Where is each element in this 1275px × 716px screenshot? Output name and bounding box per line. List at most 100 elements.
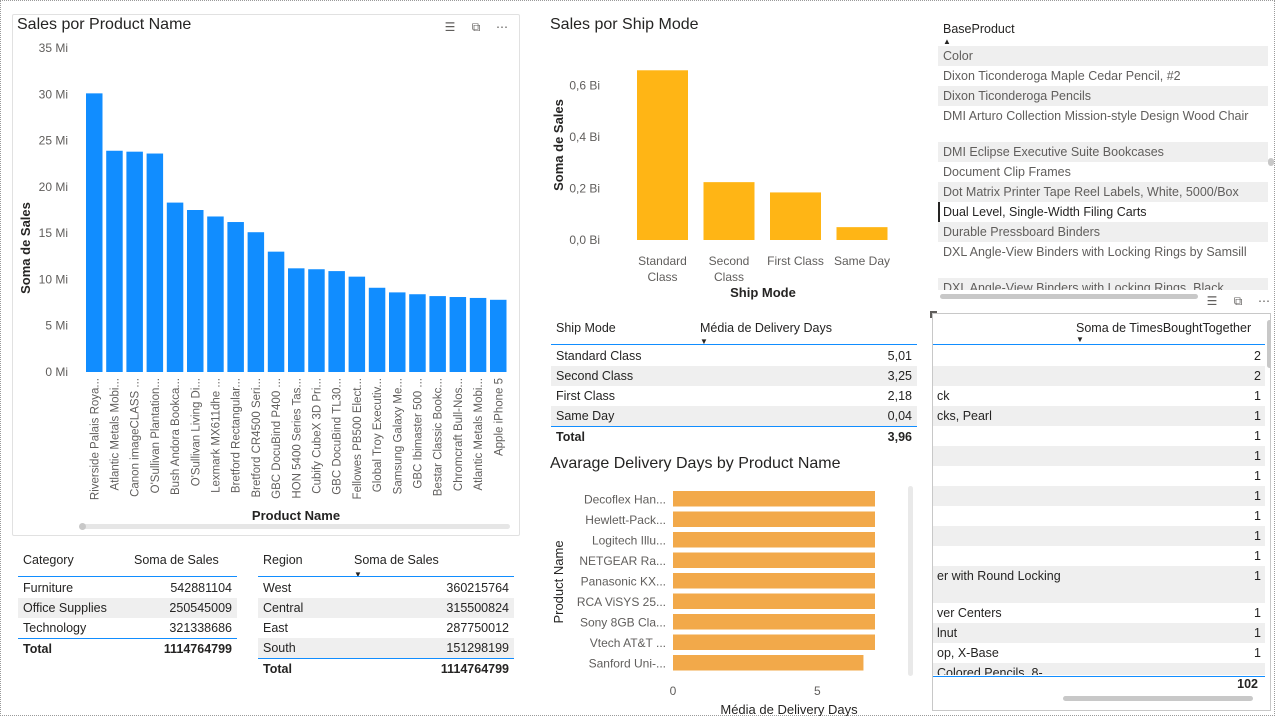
bar[interactable] <box>673 614 875 630</box>
bar[interactable] <box>673 593 875 610</box>
list-item[interactable]: DMI Eclipse Executive Suite Bookcases <box>938 142 1268 162</box>
bar[interactable] <box>146 153 164 372</box>
bar[interactable] <box>429 296 446 372</box>
column-header[interactable]: Region <box>263 550 303 570</box>
bars[interactable] <box>637 70 888 241</box>
list-item[interactable]: DXL Angle-View Binders with Locking Ring… <box>938 278 1268 290</box>
focus-mode-icon[interactable]: ⧉ <box>469 20 483 35</box>
base-product-list[interactable]: BaseProduct ▲ Color Dixon Ticonderoga Ma… <box>938 18 1268 298</box>
bar[interactable] <box>673 634 875 651</box>
bar[interactable] <box>449 297 467 372</box>
bar[interactable] <box>673 491 875 507</box>
y-axis-title: Soma de Sales <box>18 202 33 294</box>
bars[interactable] <box>673 491 875 671</box>
bar[interactable] <box>673 655 864 671</box>
header-divider <box>258 576 514 577</box>
list-item[interactable]: Document Clip Frames <box>938 162 1268 182</box>
list-item[interactable]: DXL Angle-View Binders with Locking Ring… <box>938 242 1268 262</box>
horizontal-scrollbar[interactable] <box>1063 696 1253 701</box>
focus-mode-icon[interactable]: ⧉ <box>1231 294 1245 309</box>
column-header[interactable]: Ship Mode <box>556 318 616 338</box>
cell: 360215764 <box>446 581 509 595</box>
bar[interactable] <box>368 287 386 372</box>
bar[interactable] <box>703 182 755 240</box>
list-item[interactable]: Color <box>938 46 1268 66</box>
bar[interactable] <box>308 269 325 372</box>
bar[interactable] <box>490 299 507 372</box>
more-options-icon[interactable]: ⋯ <box>495 20 509 35</box>
list-item[interactable]: Durable Pressboard Binders <box>938 222 1268 242</box>
column-header[interactable]: Category <box>23 550 74 570</box>
bar[interactable] <box>637 70 688 241</box>
chart-title: Sales por Product Name <box>17 16 192 33</box>
bar[interactable] <box>328 271 345 372</box>
filter-icon[interactable]: ☰ <box>1205 294 1219 309</box>
delivery-days-chart: Decoflex Han... Hewlett-Pack... Logitech I… <box>551 491 875 716</box>
table-row: Colored Pencils, 8- <box>933 663 1265 675</box>
table-row: 2 <box>933 346 1265 366</box>
category-table[interactable]: Category Soma de Sales Furniture 5428811… <box>18 550 237 660</box>
table-row: 1 <box>933 446 1265 466</box>
scrollbar-thumb[interactable] <box>79 523 86 530</box>
bar[interactable] <box>86 93 103 373</box>
bar[interactable] <box>227 222 244 372</box>
bar[interactable] <box>106 150 123 372</box>
bar[interactable] <box>469 297 487 372</box>
bar[interactable] <box>673 511 875 528</box>
scrollbar-dot[interactable] <box>1268 158 1274 166</box>
vertical-scrollbar[interactable] <box>908 486 913 676</box>
bar[interactable] <box>673 573 875 589</box>
filter-icon[interactable]: ☰ <box>443 20 457 35</box>
bar[interactable] <box>409 294 426 372</box>
x-axis-title: Product Name <box>252 508 340 523</box>
x-tick-label: First Class <box>767 254 824 268</box>
list-item-selected[interactable]: Dual Level, Single-Width Filing Carts <box>938 202 1268 222</box>
resize-handle[interactable] <box>930 311 937 318</box>
list-header[interactable]: BaseProduct <box>943 22 1015 36</box>
y-tick-labels: 0,0 Bi 0,2 Bi 0,4 Bi 0,6 Bi <box>569 79 600 247</box>
region-table[interactable]: Region Soma de Sales ▼ West 360215764 Ce… <box>258 550 514 680</box>
total-divider <box>933 676 1265 677</box>
bar[interactable] <box>389 292 406 372</box>
bar[interactable] <box>166 202 184 372</box>
list-item[interactable]: Dot Matrix Printer Tape Reel Labels, Whi… <box>938 182 1268 202</box>
x-axis-title: Média de Delivery Days <box>720 702 858 716</box>
y-tick-labels: 0 Mi 5 Mi 10 Mi 15 Mi 20 Mi 25 Mi 30 Mi 35 Mi <box>39 41 68 379</box>
horizontal-scrollbar[interactable] <box>80 524 510 529</box>
list-item[interactable]: Dixon Ticonderoga Maple Cedar Pencil, #2 <box>938 66 1268 86</box>
column-header[interactable]: Soma de TimesBoughtTogether <box>1076 321 1251 335</box>
ship-mode-table[interactable]: Ship Mode Média de Delivery Days ▼ Stand… <box>551 318 917 448</box>
list-item[interactable]: Dixon Ticonderoga Pencils <box>938 86 1268 106</box>
bar[interactable] <box>247 232 265 372</box>
bar[interactable] <box>126 151 143 372</box>
more-options-icon[interactable]: ⋯ <box>1257 294 1271 309</box>
cell: Total <box>23 642 52 656</box>
times-bought-table[interactable]: Soma de TimesBoughtTogether ▼ 2 2 ck 1 cks, … <box>932 313 1271 711</box>
x-tick-label: 0 <box>670 684 677 698</box>
list-item[interactable]: DMI Arturo Collection Mission-style Desi… <box>938 106 1268 126</box>
table-row: Technology 321338686 <box>18 618 237 638</box>
bar[interactable] <box>673 552 875 569</box>
bar[interactable] <box>348 276 366 372</box>
horizontal-scrollbar[interactable] <box>940 294 1198 299</box>
y-axis-title: Soma de Sales <box>551 99 566 191</box>
bar[interactable] <box>288 268 305 372</box>
x-tick-labels: 05 <box>670 684 821 698</box>
column-header[interactable]: Média de Delivery Days <box>700 318 832 338</box>
bars[interactable] <box>86 93 507 373</box>
bar[interactable] <box>267 251 285 372</box>
x-tick-label: Cubify CubeX 3D Pri... <box>311 378 323 494</box>
cell: Office Supplies <box>23 601 107 615</box>
bar[interactable] <box>207 216 224 372</box>
bar[interactable] <box>770 192 821 240</box>
column-header[interactable]: Soma de Sales <box>134 550 219 570</box>
vertical-scrollbar[interactable] <box>1267 320 1270 368</box>
column-header[interactable]: Soma de Sales <box>354 550 439 570</box>
x-tick-label: 5 <box>814 684 821 698</box>
table-row: 1 <box>933 466 1265 486</box>
bar[interactable] <box>187 210 204 372</box>
cell: 1 <box>1254 626 1261 640</box>
bar[interactable] <box>673 532 875 548</box>
bar[interactable] <box>836 227 888 240</box>
cell: 1 <box>1254 569 1261 583</box>
